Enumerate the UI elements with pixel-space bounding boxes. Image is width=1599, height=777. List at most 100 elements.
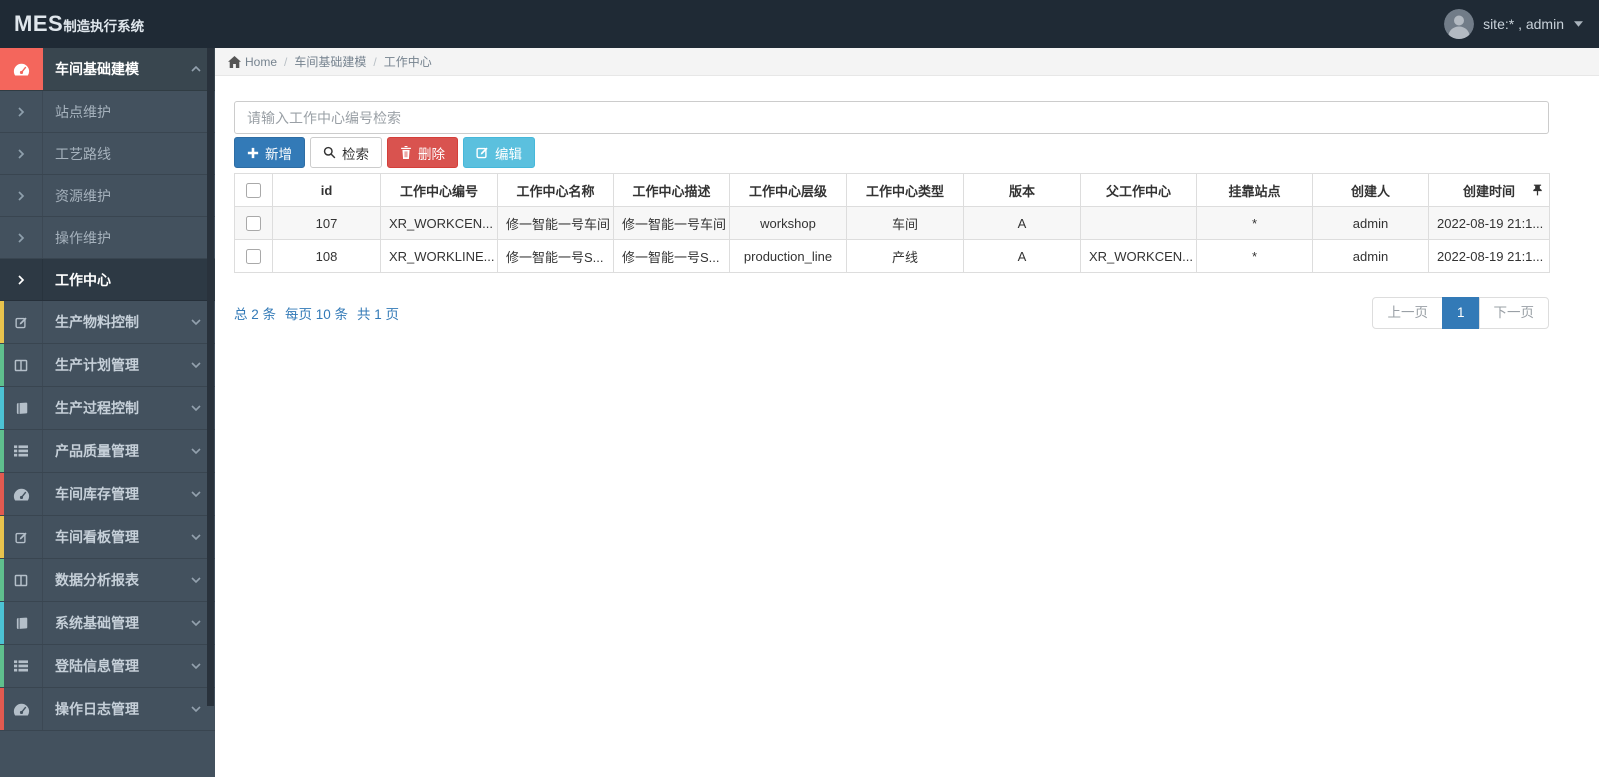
delete-button-label: 删除 (418, 146, 445, 162)
sidebar-item-station-maintenance[interactable]: 站点维护 (0, 91, 215, 133)
row-checkbox[interactable] (246, 215, 261, 231)
breadcrumb-section[interactable]: 车间基础建模 (294, 53, 366, 70)
sidebar-item-process-control[interactable]: 生产过程控制 (0, 387, 215, 430)
breadcrumb: Home / 车间基础建模 / 工作中心 (215, 48, 1599, 76)
sidebar-item-system-management[interactable]: 系统基础管理 (0, 602, 215, 645)
sidebar-item-label: 产品质量管理 (55, 443, 139, 459)
sidebar-item-label: 工作中心 (55, 271, 111, 288)
sidebar-item-label: 操作日志管理 (55, 701, 139, 717)
header-cell-created[interactable]: 创建时间 (1428, 173, 1550, 207)
sidebar-item-workshop-modeling[interactable]: 车间基础建模 (0, 48, 215, 91)
header-cell-type[interactable]: 工作中心类型 (846, 173, 964, 207)
search-input[interactable] (234, 101, 1549, 134)
app-title-abbr: MES (14, 11, 64, 36)
menu-color-strip (0, 602, 4, 644)
sidebar-scrollbar[interactable] (207, 48, 214, 706)
page-1-button[interactable]: 1 (1441, 297, 1480, 329)
table-row[interactable]: 108 XR_WORKLINE... 修一智能一号S... 修一智能一号S... pro… (234, 239, 1550, 273)
sidebar-item-inventory-management[interactable]: 车间库存管理 (0, 473, 215, 516)
cell-creator: admin (1312, 206, 1429, 240)
sidebar-item-label: 资源维护 (55, 187, 111, 204)
header-label: id (320, 182, 333, 198)
menu-color-strip (0, 473, 4, 515)
edit-button[interactable]: 编辑 (463, 137, 535, 168)
caret-down-icon (1574, 21, 1583, 27)
sidebar-item-operation-log-management[interactable]: 操作日志管理 (0, 688, 215, 731)
cell-type: 产线 (846, 239, 964, 273)
breadcrumb-separator: / (373, 54, 377, 69)
menu-color-strip (0, 645, 4, 687)
header-cell-parent[interactable]: 父工作中心 (1080, 173, 1197, 207)
row-checkbox[interactable] (246, 248, 261, 264)
cell-code: XR_WORKCEN... (380, 206, 498, 240)
chevron-right-icon (0, 259, 43, 300)
main-content: Home / 车间基础建模 / 工作中心 新增 检索 删除 编辑 (215, 48, 1599, 777)
header-cell-level[interactable]: 工作中心层级 (729, 173, 847, 207)
cell-station: * (1196, 239, 1313, 273)
sidebar-item-material-control[interactable]: 生产物料控制 (0, 301, 215, 344)
user-menu[interactable]: site:* , admin (1444, 9, 1583, 39)
plus-icon (247, 147, 259, 159)
app-title-rest: 制造执行系统 (63, 19, 145, 34)
chevron-right-icon (0, 91, 43, 132)
header-cell-id[interactable]: id (272, 173, 381, 207)
cell-created: 2022-08-19 21:1... (1428, 206, 1550, 240)
next-page-button[interactable]: 下一页 (1478, 297, 1549, 329)
search-button-label: 检索 (342, 146, 369, 162)
app-logo: MES 制造执行系统 (14, 11, 144, 37)
sidebar-item-label: 系统基础管理 (55, 615, 139, 631)
menu-color-strip (0, 387, 4, 429)
sidebar-item-data-report[interactable]: 数据分析报表 (0, 559, 215, 602)
pagination-summary: 总 2 条 每页 10 条 共 1 页 (234, 303, 399, 323)
cell-select[interactable] (234, 239, 273, 273)
table-head: id 工作中心编号 工作中心名称 工作中心描述 工作中心层级 工作中心类型 版本 父工作中心 挂… (234, 173, 1550, 207)
cell-desc: 修一智能一号S... (613, 239, 730, 273)
prev-page-button[interactable]: 上一页 (1372, 297, 1443, 329)
chevron-down-icon (191, 361, 201, 369)
sidebar-item-process-route[interactable]: 工艺路线 (0, 133, 215, 175)
top-navbar: MES 制造执行系统 site:* , admin (0, 0, 1599, 48)
chevron-right-icon (0, 133, 43, 174)
sidebar-item-login-info-management[interactable]: 登陆信息管理 (0, 645, 215, 688)
cell-created: 2022-08-19 21:1... (1428, 239, 1550, 273)
header-cell-code[interactable]: 工作中心编号 (380, 173, 498, 207)
cell-select[interactable] (234, 206, 273, 240)
cell-id: 107 (272, 206, 381, 240)
header-cell-version[interactable]: 版本 (963, 173, 1081, 207)
select-all-checkbox[interactable] (246, 182, 261, 198)
header-cell-select[interactable] (234, 173, 273, 207)
sidebar-item-operation-maintenance[interactable]: 操作维护 (0, 217, 215, 259)
home-icon (228, 55, 241, 68)
chevron-down-icon (191, 576, 201, 584)
tachometer-icon (0, 688, 43, 730)
delete-button[interactable]: 删除 (387, 137, 458, 168)
header-cell-desc[interactable]: 工作中心描述 (613, 173, 730, 207)
breadcrumb-separator: / (284, 54, 288, 69)
add-button[interactable]: 新增 (234, 137, 305, 168)
table-row[interactable]: 107 XR_WORKCEN... 修一智能一号车间 修一智能一号车间 workshop… (234, 206, 1550, 240)
columns-icon (0, 559, 43, 601)
user-label: site:* , admin (1483, 16, 1564, 32)
menu-color-strip (0, 688, 4, 730)
menu-color-strip (0, 516, 4, 558)
search-button[interactable]: 检索 (310, 137, 382, 168)
header-cell-creator[interactable]: 创建人 (1312, 173, 1429, 207)
add-button-label: 新增 (265, 146, 292, 162)
toolbar: 新增 检索 删除 编辑 (234, 137, 1549, 168)
columns-icon (0, 344, 43, 386)
page-count: 共 1 页 (357, 306, 400, 322)
sidebar-item-resource-maintenance[interactable]: 资源维护 (0, 175, 215, 217)
cell-desc: 修一智能一号车间 (613, 206, 730, 240)
header-cell-station[interactable]: 挂靠站点 (1196, 173, 1313, 207)
breadcrumb-home[interactable]: Home (245, 55, 277, 69)
sidebar-item-kanban-management[interactable]: 车间看板管理 (0, 516, 215, 559)
header-cell-name[interactable]: 工作中心名称 (497, 173, 614, 207)
pin-icon[interactable] (1533, 184, 1542, 196)
sidebar-item-work-center[interactable]: 工作中心 (0, 259, 215, 301)
page-size: 每页 10 条 (285, 306, 349, 322)
work-center-table: id 工作中心编号 工作中心名称 工作中心描述 工作中心层级 工作中心类型 版本 父工作中心 挂… (234, 173, 1550, 273)
sidebar-item-quality-management[interactable]: 产品质量管理 (0, 430, 215, 473)
sidebar-item-plan-management[interactable]: 生产计划管理 (0, 344, 215, 387)
edit-icon (476, 146, 489, 159)
cell-version: A (963, 239, 1081, 273)
